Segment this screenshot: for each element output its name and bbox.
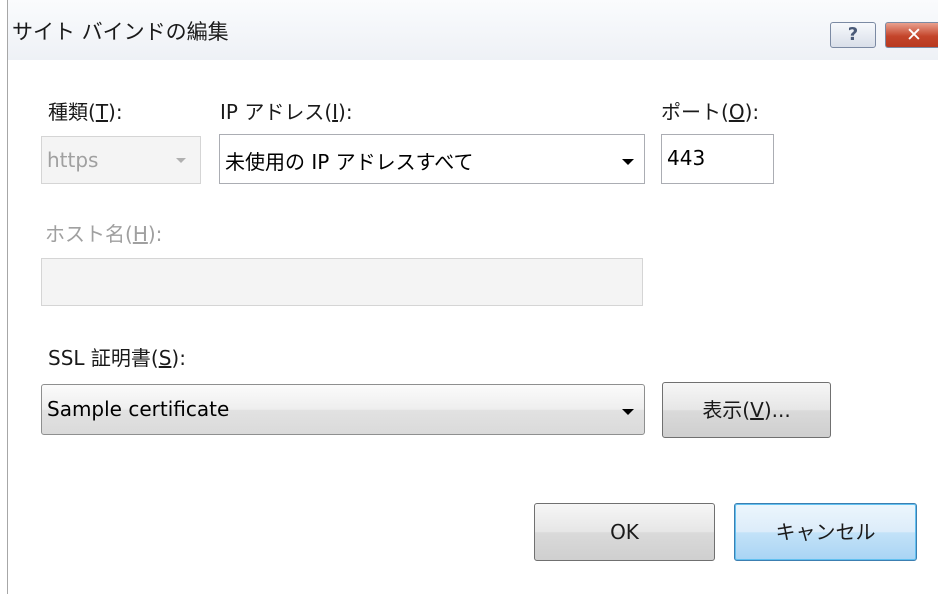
ssl-certificate-label: SSL 証明書(S): <box>48 346 186 370</box>
view-certificate-button[interactable]: 表示(V)... <box>662 382 831 438</box>
close-icon: ✕ <box>906 24 922 46</box>
ok-button[interactable]: OK <box>534 503 715 561</box>
type-select-value: https <box>47 148 99 172</box>
ssl-certificate-select[interactable]: Sample certificate <box>41 384 645 435</box>
help-button[interactable]: ? <box>830 22 876 48</box>
port-input-value: 443 <box>667 146 706 170</box>
port-label: ポート(O): <box>661 100 760 124</box>
chevron-down-icon <box>622 159 634 165</box>
ssl-certificate-select-value: Sample certificate <box>47 397 230 421</box>
host-name-label: ホスト名(H): <box>45 222 163 246</box>
port-input[interactable]: 443 <box>661 134 774 184</box>
ip-address-select-value: 未使用の IP アドレスすべて <box>225 150 474 174</box>
window-title: サイト バインドの編集 <box>12 20 229 44</box>
title-bar[interactable]: サイト バインドの編集 ? ✕ <box>8 0 938 60</box>
ip-address-label: IP アドレス(I): <box>220 100 353 124</box>
cancel-button[interactable]: キャンセル <box>734 503 917 561</box>
help-icon: ? <box>847 24 859 45</box>
host-name-input[interactable] <box>41 258 643 306</box>
type-select[interactable]: https <box>41 136 201 184</box>
type-label: 種類(T): <box>48 100 123 124</box>
chevron-down-icon <box>622 409 634 415</box>
chevron-down-icon <box>176 158 186 163</box>
edit-site-binding-dialog: サイト バインドの編集 ? ✕ 種類(T): IP アドレス(I): ポート(O… <box>0 0 938 594</box>
window-left-frame <box>0 0 8 594</box>
ip-address-select[interactable]: 未使用の IP アドレスすべて <box>219 134 645 184</box>
close-button[interactable]: ✕ <box>885 22 938 48</box>
